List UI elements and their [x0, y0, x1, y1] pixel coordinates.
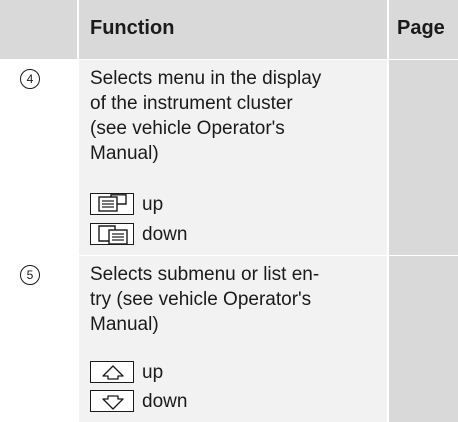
circled-number-4: 4 [20, 69, 40, 89]
row-4-up-label: up [142, 194, 164, 215]
header-number-cell [0, 0, 78, 59]
function-table: Function Page 4 Selects menu in the disp… [0, 0, 458, 422]
header-function-label: Function [90, 17, 175, 39]
row-5-function-cell: Selects submenu or list en- try (see veh… [78, 255, 388, 422]
row-4-down-item: down [90, 222, 290, 248]
row-4-up-item: up [90, 192, 290, 218]
row-5-description: Selects submenu or list en- try (see veh… [90, 264, 320, 335]
circled-number-5: 5 [20, 265, 40, 285]
menu-prev-icon [90, 193, 134, 215]
row-divider [0, 255, 458, 256]
row-4-down-label: down [142, 224, 188, 245]
row-5-up-label: up [142, 362, 164, 383]
row-4-page-cell [388, 59, 458, 255]
row-5-down-item: down [90, 389, 290, 415]
row-divider [0, 59, 458, 60]
row-5-number-cell: 5 [0, 255, 78, 422]
column-divider [77, 0, 79, 422]
row-5-page-cell [388, 255, 458, 422]
header-page-label: Page [397, 17, 445, 39]
header-function-cell: Function [78, 0, 388, 59]
arrow-down-icon [90, 390, 134, 412]
column-divider [387, 0, 389, 422]
row-4-description: Selects menu in the display of the instr… [90, 68, 322, 164]
row-5-down-label: down [142, 391, 188, 412]
menu-next-icon [90, 223, 134, 245]
row-4-number-cell: 4 [0, 59, 78, 255]
row-5-up-item: up [90, 360, 290, 386]
header-page-cell: Page [388, 0, 458, 59]
arrow-up-icon [90, 361, 134, 383]
row-4-function-cell: Selects menu in the display of the instr… [78, 59, 388, 255]
